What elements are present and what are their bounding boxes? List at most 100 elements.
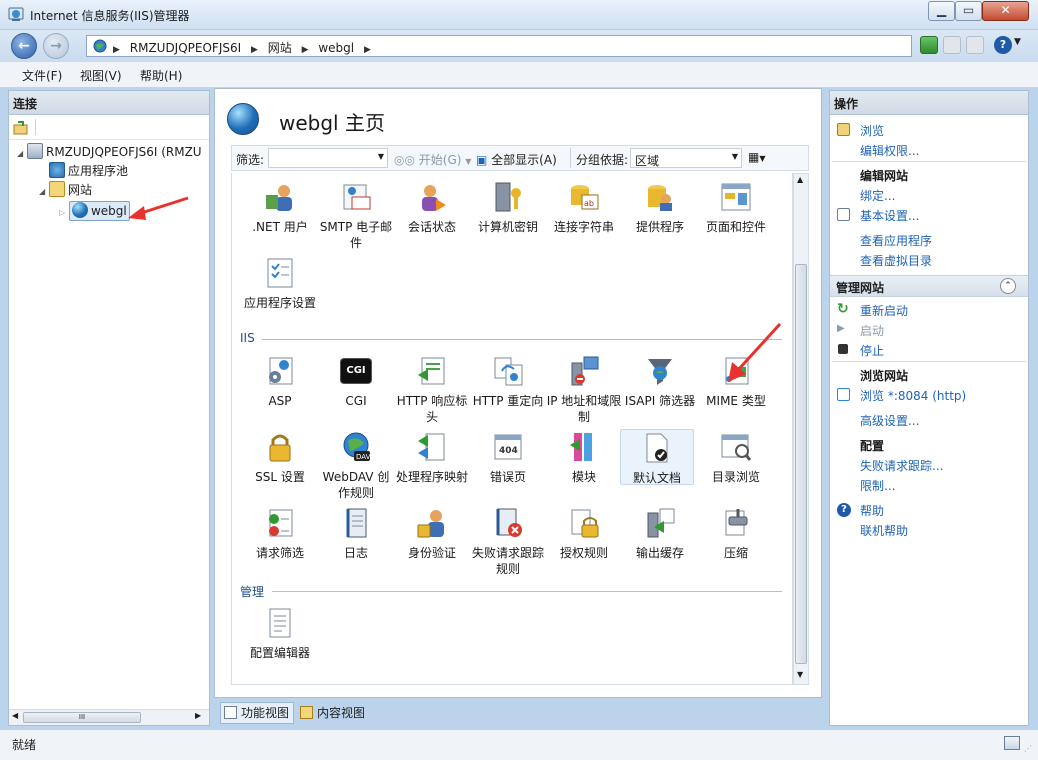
close-button[interactable]: ✕	[982, 1, 1029, 21]
filter-input[interactable]: ▼	[268, 148, 388, 168]
action-limits[interactable]: 限制...	[860, 477, 895, 494]
feature-default-document[interactable]: 默认文档	[620, 429, 694, 485]
action-restart[interactable]: 重新启动	[860, 302, 908, 319]
chevron-down-icon[interactable]: ▼	[1014, 37, 1021, 47]
chevron-down-icon[interactable]: ▼	[378, 152, 384, 161]
feature-ip-restrictions[interactable]: IP 地址和域限制	[546, 355, 622, 425]
chevron-down-icon[interactable]: ▼	[732, 152, 738, 161]
tree-node-server[interactable]: ◢ RMZUDJQPEOFJS6I (RMZU	[17, 143, 202, 161]
feature-authentication[interactable]: 身份验证	[394, 507, 470, 561]
menu-help[interactable]: 帮助(H)	[140, 67, 182, 84]
help-circle-icon: ?	[837, 503, 851, 517]
feature-handler-mappings[interactable]: 处理程序映射	[394, 431, 470, 485]
resize-grip-icon[interactable]: ⋰	[1024, 744, 1034, 754]
manage-site-header[interactable]: 管理网站 ⌃	[830, 275, 1028, 297]
feature-asp[interactable]: ASP	[242, 355, 318, 409]
scroll-left-icon[interactable]: ◀	[12, 711, 18, 720]
view-mode-button[interactable]: ▦▼	[748, 150, 774, 166]
machine-key-icon	[492, 181, 524, 213]
feature-modules[interactable]: 模块	[546, 431, 622, 485]
feature-webdav[interactable]: DAV WebDAV 创作规则	[318, 431, 394, 501]
action-view-applications[interactable]: 查看应用程序	[860, 232, 932, 249]
scroll-up-icon[interactable]: ▲	[797, 175, 803, 184]
feature-isapi-filters[interactable]: ISAPI 筛选器	[622, 355, 698, 409]
feature-app-settings[interactable]: 应用程序设置	[242, 257, 318, 311]
feature-output-caching[interactable]: 输出缓存	[622, 507, 698, 561]
collapse-triangle-icon[interactable]: ◢	[17, 149, 23, 158]
tree-node-app-pools[interactable]: 应用程序池	[49, 162, 128, 180]
group-by-select[interactable]: 区域 ▼	[630, 148, 742, 168]
feature-connection-strings[interactable]: ab 连接字符串	[546, 181, 622, 235]
scroll-down-icon[interactable]: ▼	[797, 670, 803, 679]
action-failed-request-tracing[interactable]: 失败请求跟踪...	[860, 457, 943, 474]
action-online-help[interactable]: 联机帮助	[860, 522, 908, 539]
tree-node-sites[interactable]: ◢ 网站	[39, 181, 92, 199]
tree-node-webgl[interactable]: ▷ webgl	[59, 201, 130, 221]
expand-triangle-icon[interactable]: ▷	[59, 208, 65, 217]
feature-ssl[interactable]: SSL 设置	[242, 431, 318, 485]
action-stop[interactable]: 停止	[860, 342, 884, 359]
group-title-iis: IIS	[240, 331, 255, 345]
feature-smtp[interactable]: SMTP 电子邮件	[318, 181, 394, 251]
collapse-triangle-icon[interactable]: ◢	[39, 187, 45, 196]
forward-button[interactable]: →	[43, 33, 69, 59]
request-filtering-icon	[264, 507, 296, 539]
action-view-virtual-dirs[interactable]: 查看虚拟目录	[860, 252, 932, 269]
action-browse-port[interactable]: 浏览 *:8084 (http)	[860, 387, 966, 404]
address-bar[interactable]: ▶ RMZUDJQPEOFJS6I ▶ 网站 ▶ webgl ▶	[86, 35, 912, 57]
connect-icon[interactable]	[13, 120, 29, 136]
help-icon[interactable]: ?	[994, 36, 1012, 54]
section-manage-site: 管理网站	[836, 281, 885, 295]
vertical-scrollbar[interactable]: ▲ ▼	[793, 173, 809, 685]
feature-compression[interactable]: 压缩	[698, 507, 774, 561]
feature-config-editor[interactable]: 配置编辑器	[242, 607, 318, 661]
show-all-label: 全部显示(A)	[491, 153, 557, 167]
feature-mime-types[interactable]: MIME 类型	[698, 355, 774, 409]
action-help[interactable]: 帮助	[860, 502, 884, 519]
stop-icon[interactable]	[943, 36, 961, 54]
breadcrumb-webgl[interactable]: webgl	[318, 41, 354, 55]
show-all-button[interactable]: ▣ 全部显示(A)	[476, 151, 557, 168]
action-advanced-settings[interactable]: 高级设置...	[860, 412, 919, 429]
menu-view[interactable]: 视图(V)	[80, 67, 122, 84]
feature-http-headers[interactable]: HTTP 响应标头	[394, 355, 470, 425]
feature-directory-browsing[interactable]: 目录浏览	[698, 431, 774, 485]
feature-cgi[interactable]: CGI CGI	[318, 355, 394, 409]
minimize-button[interactable]: ▁	[928, 1, 955, 21]
maximize-button[interactable]: ▭	[955, 1, 982, 21]
breadcrumb-server[interactable]: RMZUDJQPEOFJS6I	[130, 41, 241, 55]
feature-dotnet-users[interactable]: .NET 用户	[242, 181, 318, 235]
home-icon[interactable]	[966, 36, 984, 54]
feature-machine-key[interactable]: 计算机密钥	[470, 181, 546, 235]
stop-square-icon	[838, 344, 848, 354]
action-edit-permissions[interactable]: 编辑权限...	[860, 142, 919, 159]
feature-providers[interactable]: 提供程序	[622, 181, 698, 235]
menu-file[interactable]: 文件(F)	[22, 67, 62, 84]
feature-request-filtering[interactable]: 请求筛选	[242, 507, 318, 561]
breadcrumb-sites[interactable]: 网站	[268, 41, 292, 55]
back-button[interactable]: ←	[11, 33, 37, 59]
feature-authorization-rules[interactable]: 授权规则	[546, 507, 622, 561]
scroll-right-icon[interactable]: ▶	[195, 711, 201, 720]
feature-session-state[interactable]: 会话状态	[394, 181, 470, 235]
feature-logging[interactable]: 日志	[318, 507, 394, 561]
scroll-thumb[interactable]: III	[23, 712, 141, 723]
feature-error-pages[interactable]: 404 错误页	[470, 431, 546, 485]
actions-divider	[832, 361, 1026, 362]
tab-features-view[interactable]: 功能视图	[220, 702, 295, 724]
horizontal-scrollbar[interactable]: ◀ III ▶	[9, 709, 209, 725]
feature-failed-request-tracing[interactable]: 失败请求跟踪规则	[470, 507, 546, 577]
features-grid: .NET 用户 SMTP 电子邮件 会话状态 计算机密钥 ab 连接字符串 提供…	[231, 173, 793, 685]
go-button[interactable]: ◎◎ 开始(G) ▼	[394, 151, 471, 168]
feature-pages-controls[interactable]: 页面和控件	[698, 181, 774, 235]
collapse-up-icon[interactable]: ⌃	[1000, 278, 1016, 294]
feature-http-redirect[interactable]: HTTP 重定向	[470, 355, 546, 409]
action-browse[interactable]: 浏览	[860, 122, 884, 139]
app-pool-icon	[49, 162, 65, 178]
action-basic-settings[interactable]: 基本设置...	[860, 207, 919, 224]
scroll-thumb[interactable]	[795, 264, 807, 664]
tab-content-view[interactable]: 内容视图	[296, 702, 370, 724]
action-bindings[interactable]: 绑定...	[860, 187, 895, 204]
action-start[interactable]: 启动	[860, 322, 884, 339]
refresh-icon[interactable]	[920, 36, 938, 54]
